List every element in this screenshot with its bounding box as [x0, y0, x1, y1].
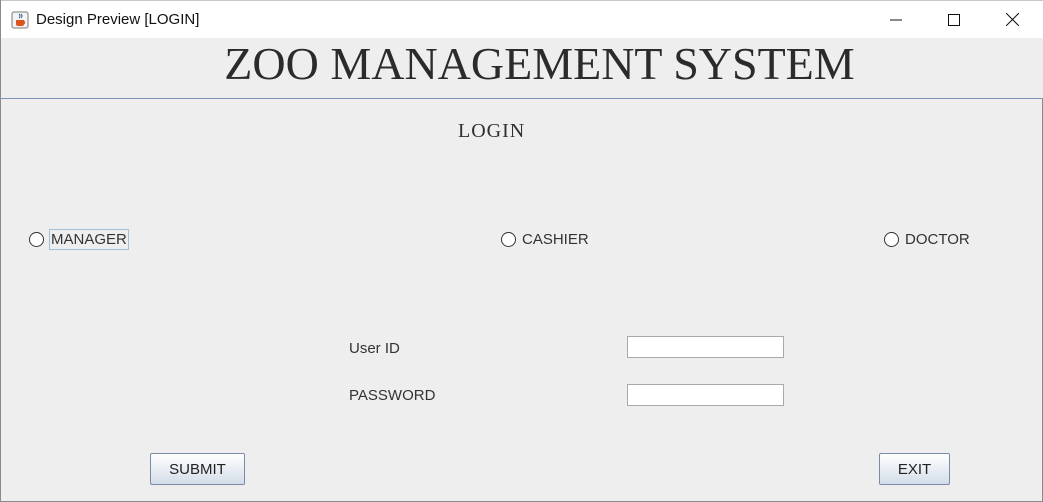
window-title: Design Preview [LOGIN] [36, 11, 200, 28]
close-icon [1005, 13, 1019, 26]
cashier-radio[interactable] [501, 231, 516, 247]
maximize-button[interactable] [925, 1, 983, 38]
user-id-label: User ID [349, 340, 400, 357]
title-bar[interactable]: Design Preview [LOGIN] [1, 0, 1043, 38]
minimize-button[interactable] [867, 1, 925, 38]
close-button[interactable] [983, 1, 1041, 38]
exit-button[interactable]: EXIT [879, 453, 950, 485]
role-option-manager[interactable]: MANAGER [29, 228, 129, 250]
java-cup-icon [11, 11, 29, 29]
role-option-cashier[interactable]: CASHIER [501, 229, 590, 249]
role-option-doctor[interactable]: DOCTOR [884, 229, 971, 249]
doctor-radio[interactable] [884, 231, 899, 247]
manager-radio-label[interactable]: MANAGER [49, 228, 129, 250]
password-input[interactable] [627, 384, 784, 406]
password-label: PASSWORD [349, 387, 436, 404]
app-title: ZOO MANAGEMENT SYSTEM [224, 38, 855, 89]
application-window: Design Preview [LOGIN] ZOO MANAGEMENT SY… [0, 0, 1043, 502]
cashier-radio-label[interactable]: CASHIER [521, 230, 590, 249]
doctor-radio-label[interactable]: DOCTOR [904, 230, 971, 249]
user-id-input[interactable] [627, 336, 784, 358]
minimize-icon [890, 19, 902, 20]
manager-radio[interactable] [29, 231, 44, 247]
maximize-icon [948, 13, 960, 26]
login-heading: LOGIN [458, 120, 526, 142]
submit-button[interactable]: SUBMIT [150, 453, 245, 485]
